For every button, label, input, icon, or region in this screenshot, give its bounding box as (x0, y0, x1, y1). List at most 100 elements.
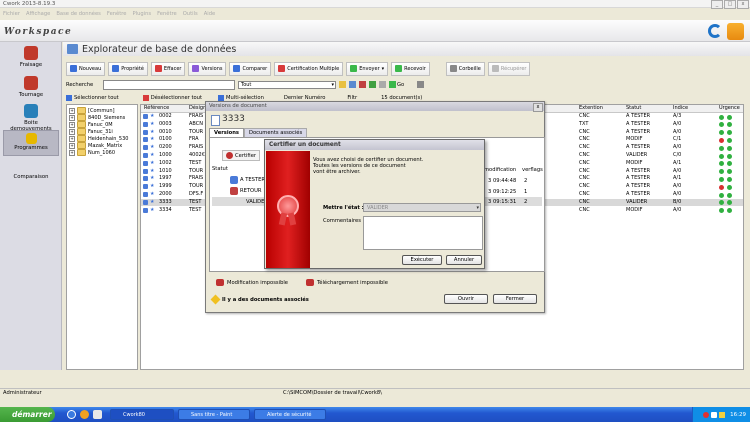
expand-icon[interactable]: + (69, 135, 75, 142)
menu-bar: Fichier Affichage Base de données Fenêtr… (0, 9, 750, 19)
cell-reference: 0010 (159, 128, 172, 135)
status-item-a-tester[interactable]: A TESTER (230, 176, 265, 184)
workspace-header (0, 20, 750, 42)
ie-icon[interactable] (67, 410, 76, 419)
expand-icon[interactable]: + (69, 121, 75, 128)
column-header-reference[interactable]: Référence (144, 105, 169, 112)
column-header-status[interactable]: Statut (626, 105, 641, 112)
menu-fenetre-2[interactable]: Fenêtre (157, 11, 177, 17)
search-input[interactable] (103, 79, 235, 90)
tray-alert-icon[interactable] (703, 411, 710, 418)
tree-item[interactable]: + Heidenhain_530 (69, 135, 128, 142)
cell-designation: TOUR (189, 167, 204, 174)
tree-item[interactable]: + Mazak_Matrix (69, 142, 122, 149)
version-icon (230, 187, 238, 195)
column-header-designation[interactable]: Désign (189, 105, 206, 112)
versions-button[interactable]: Versions (188, 61, 227, 76)
cell-index: A/0 (673, 183, 682, 190)
compare-button[interactable]: Comparer (229, 61, 272, 76)
expand-icon[interactable]: + (69, 149, 75, 156)
flag-icon[interactable] (359, 81, 366, 88)
certify-button[interactable]: Certifier (222, 150, 261, 161)
cancel-button[interactable]: Annuler (446, 255, 482, 265)
column-header-extension[interactable]: Extention (579, 105, 603, 112)
menu-aide[interactable]: Aide (204, 11, 215, 17)
go-button[interactable]: Go (389, 81, 404, 88)
filter-select[interactable]: Tout ▾ (238, 80, 336, 89)
send-button[interactable]: Envoyer ▾ (346, 61, 389, 76)
document-type-icon (143, 199, 148, 205)
start-button[interactable]: démarrer (0, 407, 55, 422)
cell-extension: CNC (579, 183, 590, 190)
maximize-button[interactable]: □ (724, 0, 736, 9)
cell-extension: CNC (579, 191, 590, 197)
delete-button[interactable]: Effacer (150, 61, 186, 76)
check-icon[interactable] (369, 81, 376, 88)
verflags-column-header: verflags (522, 167, 543, 173)
column-header-urgency[interactable]: Urgence (719, 105, 740, 112)
expand-icon[interactable]: + (69, 114, 75, 121)
sidebar-item-fraisage[interactable]: Fraisage (3, 46, 59, 68)
column-header-index[interactable]: Indice (673, 105, 688, 112)
task-paint[interactable]: Sans titre - Paint (178, 409, 250, 420)
open-button[interactable]: Ouvrir (444, 294, 488, 304)
edit-icon[interactable] (727, 23, 744, 40)
tree-item[interactable]: + Fanuc_0M (69, 121, 113, 128)
folder-icon (77, 149, 86, 156)
receive-button[interactable]: Recevoir (391, 61, 430, 76)
properties-button[interactable]: Propriété (108, 61, 148, 76)
print-icon[interactable] (417, 81, 425, 88)
sidebar-item-boite[interactable]: Boite demouvements (3, 104, 59, 132)
trash-button[interactable]: Corbeille (445, 61, 485, 76)
sidebar-item-programmes[interactable]: Programmes (3, 130, 59, 156)
modification-column-header: modification (484, 167, 517, 173)
urgency-indicator-icon (727, 130, 732, 136)
status-item-retour[interactable]: RETOUR (230, 187, 262, 195)
task-cwork[interactable]: Cwork80 (110, 409, 174, 420)
list-icon[interactable] (349, 81, 356, 88)
state-select[interactable]: VALIDER ▾ (363, 203, 481, 212)
task-security-alert[interactable]: Alerte de sécurité (254, 409, 326, 420)
filter-icon[interactable] (339, 81, 346, 88)
certify-multiple-button[interactable]: Certification Multiple (274, 61, 344, 76)
tree-item[interactable]: + Num_1060 (69, 149, 115, 156)
sidebar-item-tournage[interactable]: Tournage (3, 76, 59, 98)
expand-icon[interactable]: + (69, 107, 75, 114)
close-dialog-button[interactable]: Fermer (493, 294, 537, 304)
menu-base-de-donnees[interactable]: Base de données (56, 11, 101, 17)
version-icon (230, 176, 238, 184)
tree-item[interactable]: + [Commun] (69, 107, 115, 114)
browser-icon[interactable] (80, 410, 89, 419)
tree-item[interactable]: + Fanuc_31i (69, 128, 113, 135)
sidebar-item-comparaison[interactable]: Comparaison (3, 174, 59, 180)
menu-plugins[interactable]: Plugins (133, 11, 152, 17)
menu-fenetre[interactable]: Fenêtre (107, 11, 127, 17)
tree-item[interactable]: +840D_Siemens (69, 114, 125, 121)
tray-network-icon[interactable] (711, 411, 718, 418)
help-icon[interactable] (708, 24, 722, 38)
cell-index: A/1 (673, 159, 682, 166)
versions-dialog-close-button[interactable]: x (533, 103, 543, 112)
new-button[interactable]: Nouveau (66, 61, 106, 76)
tray-volume-icon[interactable] (719, 411, 726, 418)
explorer-icon[interactable] (93, 410, 102, 419)
cell-designation: TOUR (189, 128, 204, 135)
menu-fichier[interactable]: Fichier (3, 11, 20, 17)
minimize-button[interactable]: _ (711, 0, 723, 9)
execute-button[interactable]: Exécuter (402, 255, 442, 265)
sidebar-item-label: Fraisage (19, 62, 43, 68)
clear-icon[interactable] (379, 81, 386, 88)
comments-field[interactable] (363, 216, 483, 250)
warning-icon (306, 279, 314, 286)
deselect-all-button[interactable]: Désélectionner tout (142, 95, 202, 101)
expand-icon[interactable]: + (69, 128, 75, 135)
close-button[interactable]: x (737, 0, 749, 9)
select-all-button[interactable]: Sélectionner tout (66, 95, 119, 101)
cell-status: A TESTER (626, 113, 651, 119)
menu-affichage[interactable]: Affichage (26, 11, 50, 17)
recover-button[interactable]: Récupérer (487, 61, 531, 76)
expand-icon[interactable]: + (69, 142, 75, 149)
cell-designation: TEST (189, 206, 202, 213)
database-icon (67, 44, 78, 54)
menu-outils[interactable]: Outils (183, 11, 198, 17)
